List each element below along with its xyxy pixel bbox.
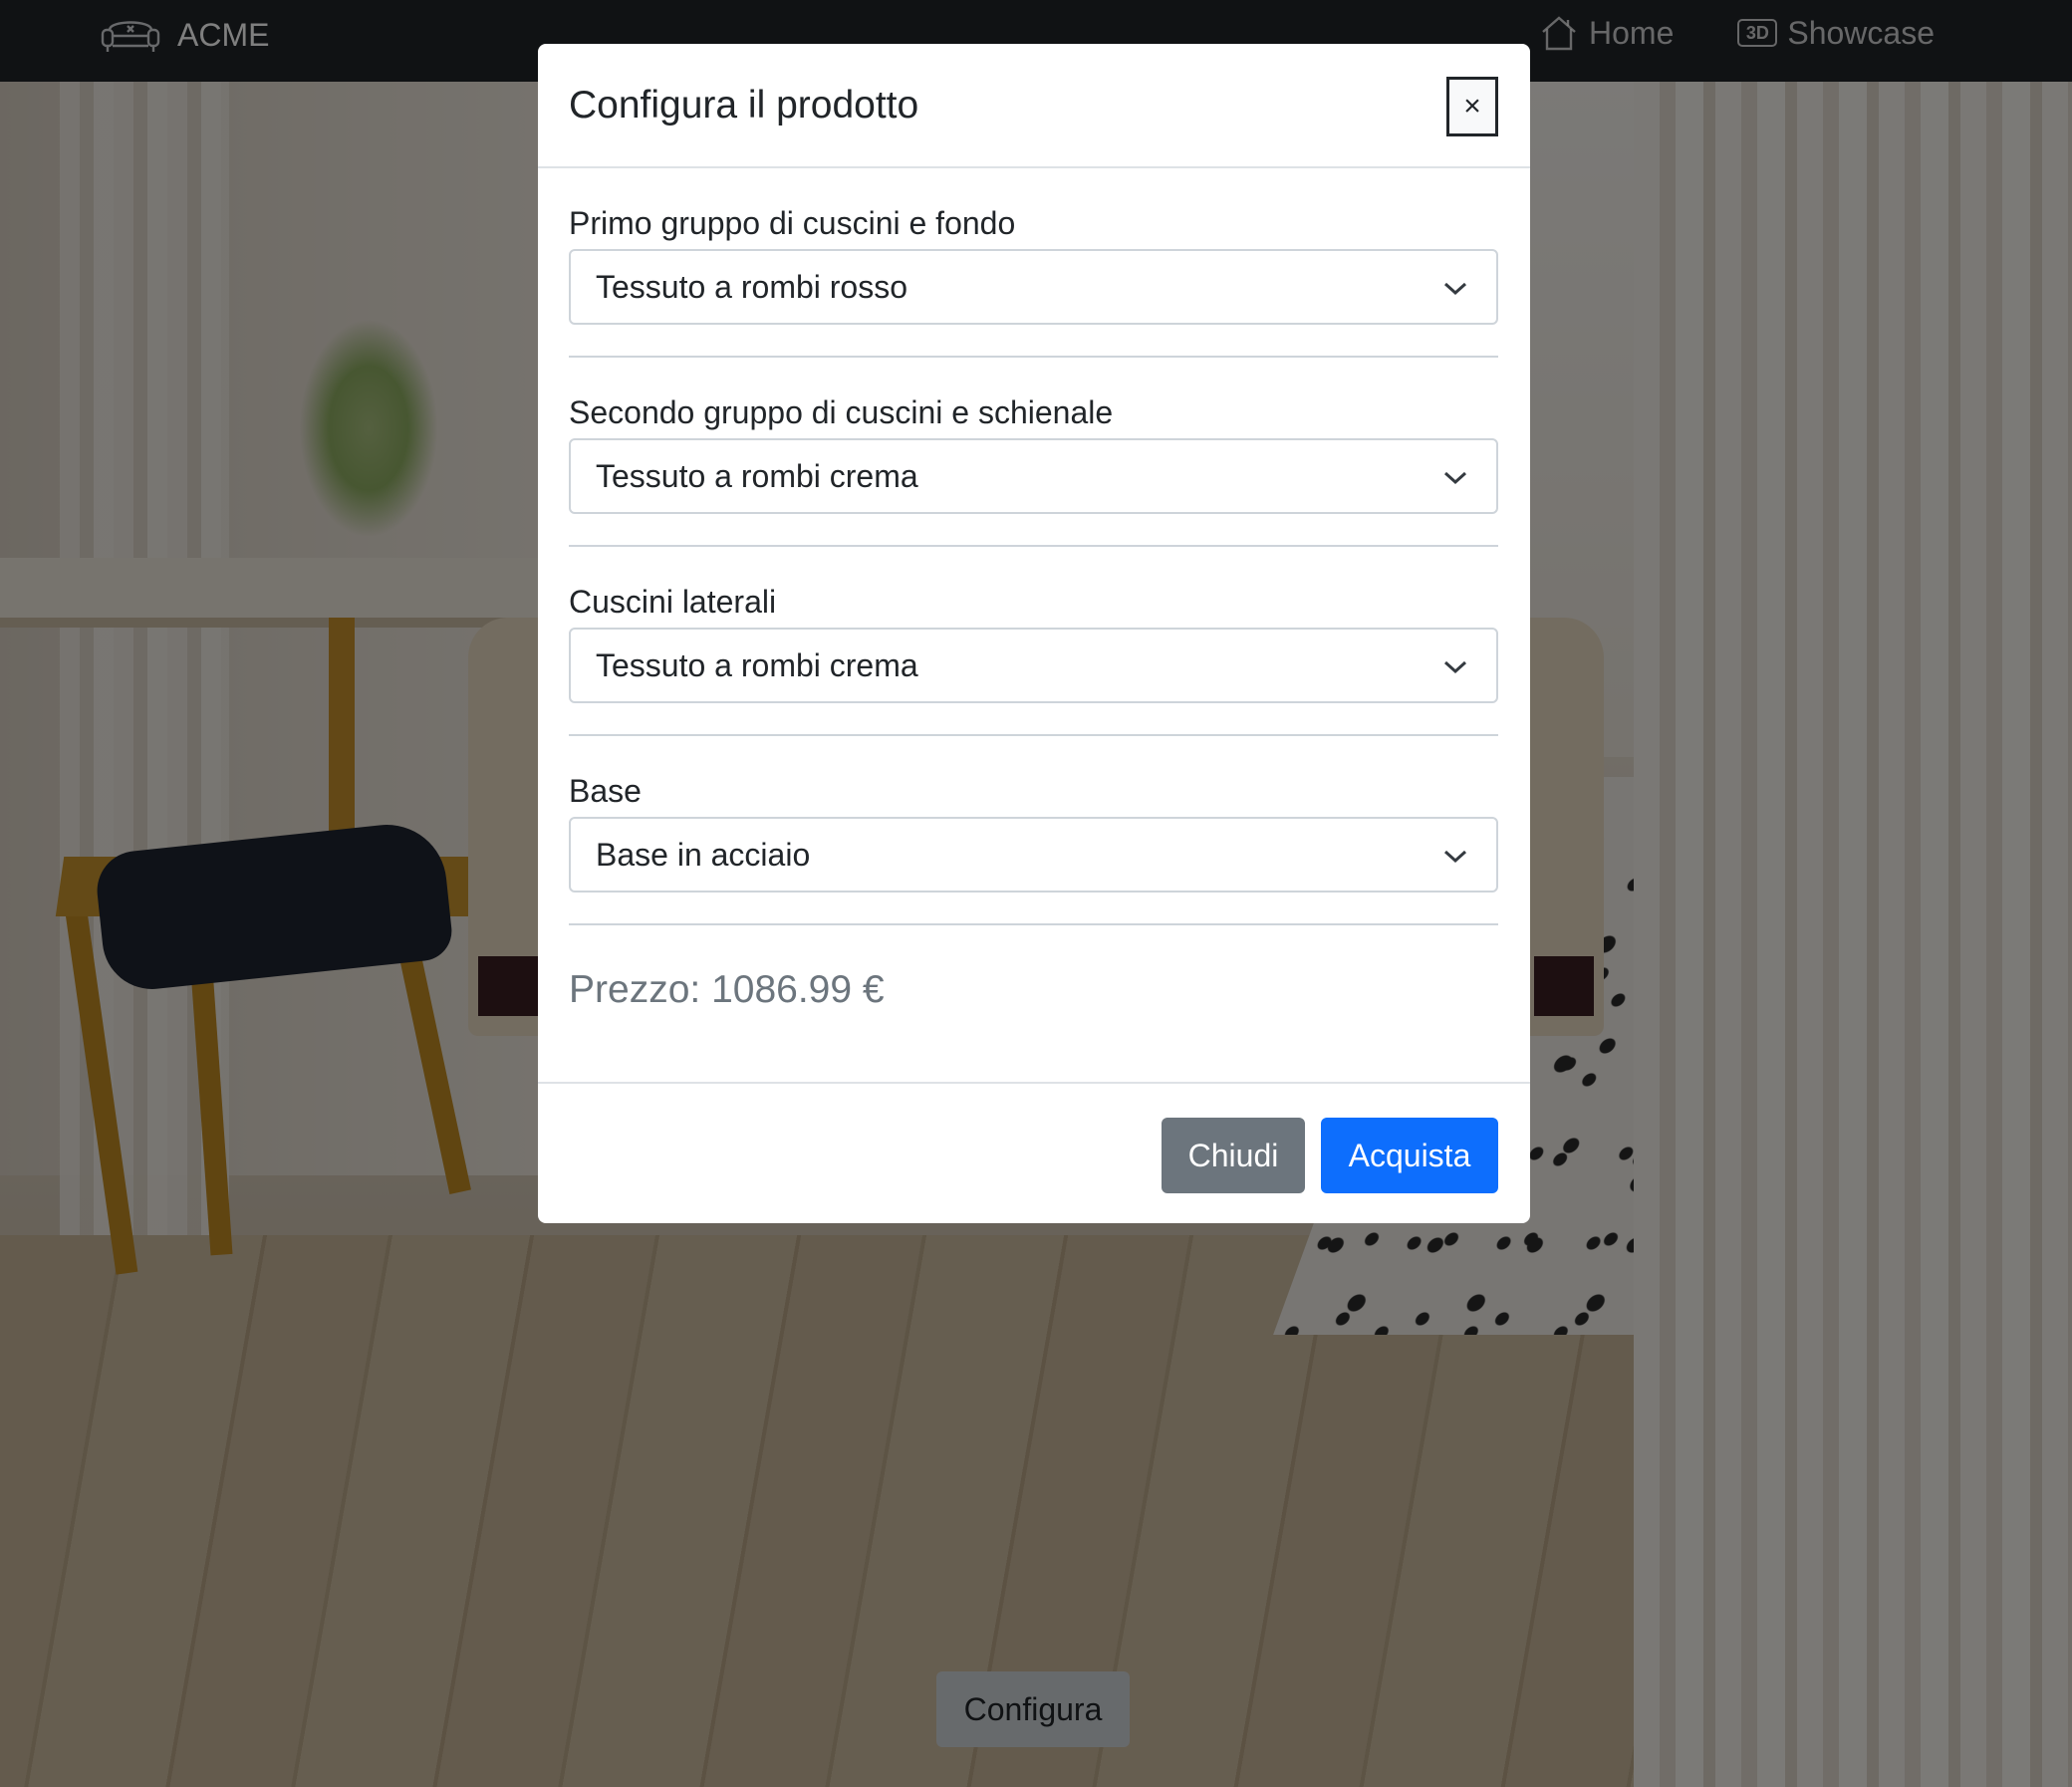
modal-footer: Chiudi Acquista [538, 1082, 1530, 1223]
select-value: Tessuto a rombi rosso [596, 268, 908, 305]
chevron-down-icon [1443, 850, 1467, 864]
field-base: Base Base in acciaio [569, 771, 1498, 893]
price-label: Prezzo: [569, 968, 701, 1011]
price-display: Prezzo: 1086.99 € [569, 968, 885, 1012]
select-value: Tessuto a rombi crema [596, 646, 918, 683]
select-second-cushion-group[interactable]: Tessuto a rombi crema [569, 438, 1498, 514]
price-value: 1086.99 € [711, 968, 885, 1011]
buy-button[interactable]: Acquista [1321, 1118, 1498, 1193]
field-first-cushion-group: Primo gruppo di cuscini e fondo Tessuto … [569, 203, 1498, 325]
field-label: Cuscini laterali [569, 584, 777, 620]
select-side-cushions[interactable]: Tessuto a rombi crema [569, 628, 1498, 703]
divider [569, 545, 1498, 547]
modal-header: Configura il prodotto × [538, 44, 1530, 168]
field-label: Base [569, 773, 642, 809]
chevron-down-icon [1443, 471, 1467, 485]
app-viewport: ACME Home 3D Showcase Configura Configur… [0, 0, 2072, 1787]
configure-modal: Configura il prodotto × Primo gruppo di … [538, 44, 1530, 1223]
select-base[interactable]: Base in acciaio [569, 817, 1498, 893]
divider [569, 734, 1498, 736]
field-label: Secondo gruppo di cuscini e schienale [569, 394, 1114, 430]
close-button[interactable]: Chiudi [1162, 1118, 1305, 1193]
chevron-down-icon [1443, 660, 1467, 674]
select-first-cushion-group[interactable]: Tessuto a rombi rosso [569, 249, 1498, 325]
divider [569, 356, 1498, 358]
field-label: Primo gruppo di cuscini e fondo [569, 205, 1016, 241]
chevron-down-icon [1443, 282, 1467, 296]
select-value: Tessuto a rombi crema [596, 457, 918, 494]
field-second-cushion-group: Secondo gruppo di cuscini e schienale Te… [569, 392, 1498, 514]
select-value: Base in acciaio [596, 836, 811, 873]
modal-title: Configura il prodotto [569, 84, 919, 127]
divider [569, 923, 1498, 925]
close-icon[interactable]: × [1446, 77, 1498, 136]
field-side-cushions: Cuscini laterali Tessuto a rombi crema [569, 582, 1498, 703]
